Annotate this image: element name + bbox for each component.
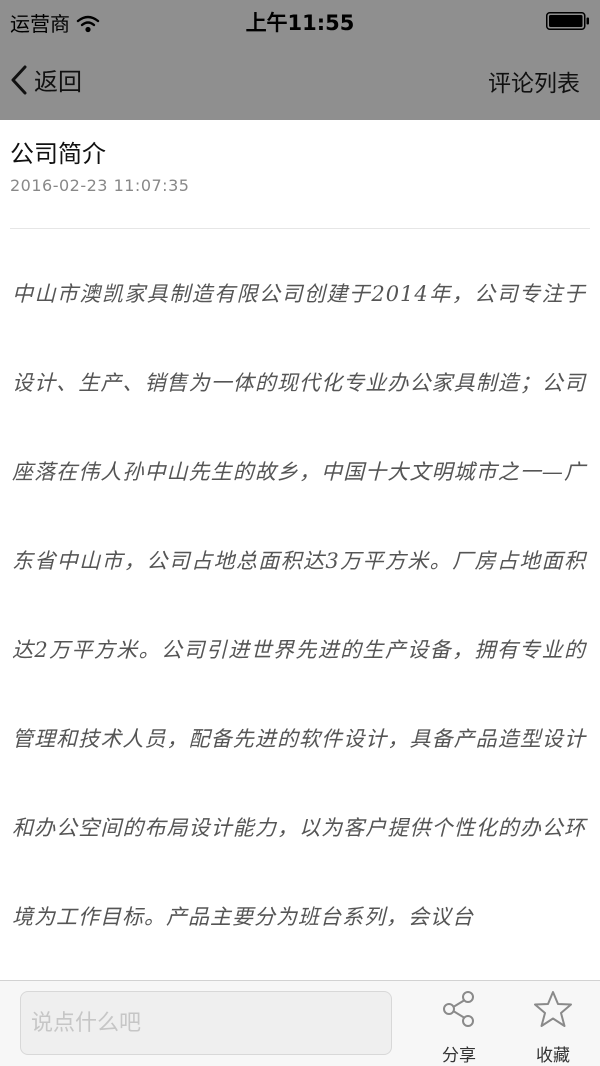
favorite-button[interactable]: 收藏 [521, 989, 585, 1066]
article-content: 公司简介 2016-02-23 11:07:35 中山市澳凯家具制造有限公司创建… [0, 120, 600, 980]
back-label: 返回 [34, 68, 82, 96]
comment-input[interactable] [20, 991, 392, 1055]
battery-icon [546, 11, 590, 30]
star-icon [533, 989, 573, 1033]
article-body: 中山市澳凯家具制造有限公司创建于2014年，公司专注于设计、生产、销售为一体的现… [12, 282, 586, 929]
article-date: 2016-02-23 11:07:35 [10, 176, 190, 195]
favorite-label: 收藏 [536, 1046, 570, 1066]
share-button[interactable]: 分享 [427, 989, 491, 1066]
back-button[interactable]: 返回 [10, 62, 82, 97]
chevron-left-icon [10, 64, 28, 96]
comment-list-button[interactable]: 评论列表 [488, 64, 580, 98]
top-bar: 运营商 上午11:55 返回 评论列表 [0, 0, 600, 120]
share-label: 分享 [442, 1046, 476, 1066]
bottom-toolbar: 分享 收藏 [0, 980, 600, 1066]
status-time: 上午11:55 [245, 11, 355, 35]
divider [10, 228, 590, 229]
share-icon [439, 989, 479, 1033]
status-bar: 运营商 上午11:55 [0, 0, 600, 40]
article-title: 公司简介 [10, 140, 106, 168]
navigation-bar: 返回 评论列表 [0, 40, 600, 120]
